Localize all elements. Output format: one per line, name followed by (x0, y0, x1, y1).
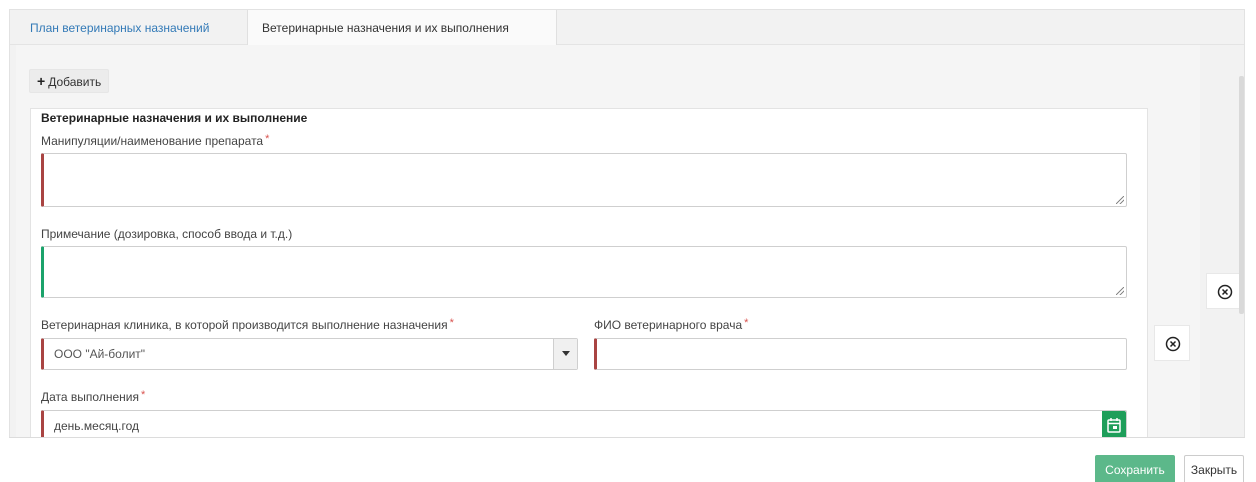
save-button[interactable]: Сохранить (1095, 455, 1175, 482)
footer-bar: Сохранить Закрыть (9, 437, 1245, 482)
resize-grip-icon[interactable] (1116, 196, 1124, 204)
remove-row-button[interactable] (1154, 325, 1190, 361)
tab-content: + Добавить Ветеринарные назначения и их в… (16, 45, 1200, 448)
tab-vet-plan[interactable]: План ветеринарных назначений (16, 10, 223, 45)
required-mark: * (449, 317, 454, 329)
add-button[interactable]: + Добавить (29, 69, 110, 93)
remove-block-button[interactable] (1206, 273, 1242, 309)
assignment-card: Ветеринарные назначения и их выполнение … (30, 108, 1148, 448)
required-mark: * (744, 317, 749, 329)
plus-icon: + (37, 73, 46, 89)
date-label: Дата выполнения * (41, 389, 146, 404)
clinic-label: Ветеринарная клиника, в которой производ… (41, 317, 454, 332)
clinic-select-value: ООО "Ай-болит" (54, 347, 146, 361)
scrollbar[interactable] (1239, 76, 1244, 314)
chevron-down-icon[interactable] (553, 339, 577, 369)
tab-vet-assignments[interactable]: Ветеринарные назначения и их выполнения (247, 10, 557, 45)
note-textarea[interactable] (41, 246, 1127, 298)
card-title: Ветеринарные назначения и их выполнение (41, 111, 308, 125)
doctor-label: ФИО ветеринарного врача * (594, 317, 749, 332)
close-circle-icon (1165, 336, 1181, 352)
clinic-select[interactable]: ООО "Ай-болит" (41, 338, 578, 370)
tab-bar: План ветеринарных назначений Ветеринарны… (10, 10, 1244, 45)
close-circle-icon (1217, 284, 1233, 300)
note-label: Примечание (дозировка, способ ввода и т.… (41, 227, 293, 241)
doctor-input[interactable] (594, 338, 1127, 370)
required-mark: * (265, 133, 270, 145)
required-mark: * (140, 389, 146, 401)
manipulation-label: Манипуляции/наименование препарата * (41, 133, 270, 148)
close-button[interactable]: Закрыть (1184, 455, 1244, 482)
add-button-label: Добавить (48, 75, 102, 89)
form-container: План ветеринарных назначений Ветеринарны… (9, 9, 1245, 448)
resize-grip-icon[interactable] (1116, 287, 1124, 295)
manipulation-textarea[interactable] (41, 153, 1127, 207)
